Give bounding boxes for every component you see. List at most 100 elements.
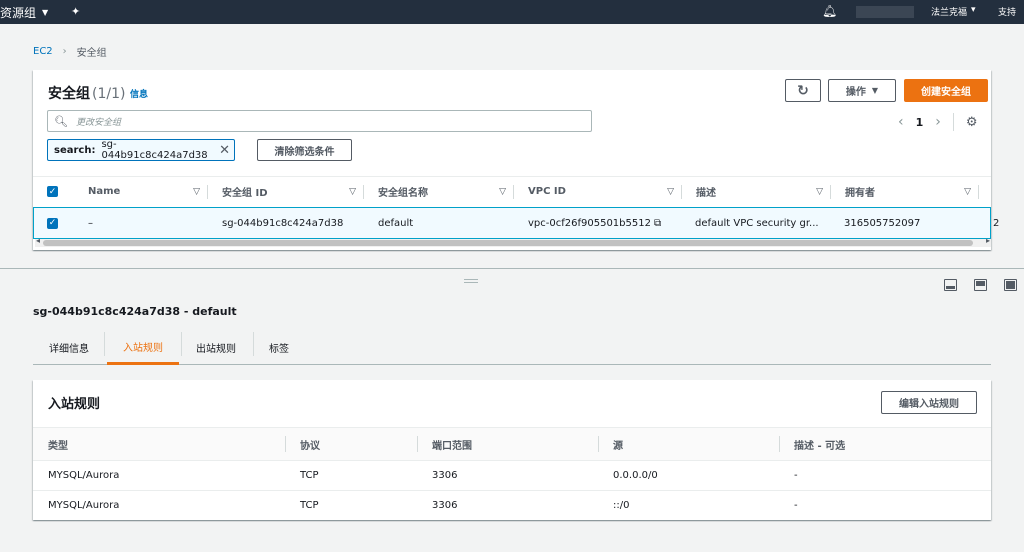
info-link[interactable]: 信息: [130, 87, 148, 100]
scrollbar-thumb[interactable]: [43, 240, 973, 246]
actions-button[interactable]: 操作 ▼: [828, 79, 896, 102]
refresh-button[interactable]: ↻: [785, 79, 821, 102]
sort-icon[interactable]: ▽: [499, 187, 506, 197]
column-label: 描述: [696, 188, 716, 199]
row-checkbox[interactable]: ✓: [47, 217, 58, 229]
column-header-name[interactable]: Name ▽: [74, 177, 208, 206]
tab-tags[interactable]: 标签: [269, 330, 289, 365]
search-icon: 🔍︎: [54, 114, 68, 128]
sort-icon[interactable]: ▽: [193, 187, 200, 197]
clear-filters-button[interactable]: 清除筛选条件: [257, 139, 352, 161]
cell-protocol: TCP: [300, 500, 319, 511]
vpc-link[interactable]: vpc-0cf26f905501b5512: [528, 218, 651, 229]
edit-inbound-rules-button[interactable]: 编辑入站规则: [881, 391, 977, 414]
column-header-sg-name[interactable]: 安全组名称 ▽: [364, 177, 514, 206]
sort-icon[interactable]: ▽: [667, 187, 674, 197]
column-divider: [598, 436, 599, 452]
horizontal-scrollbar[interactable]: ◂ ▸: [35, 236, 991, 247]
tab-inbound-rules[interactable]: 入站规则: [107, 330, 179, 365]
table-header: ✓ Name ▽ 安全组 ID ▽ 安全组名称 ▽ VPC ID ▽ 描述 ▽ …: [33, 176, 991, 206]
column-header-sg-id[interactable]: 安全组 ID ▽: [208, 177, 364, 206]
half-pane-icon[interactable]: [974, 279, 987, 291]
tab-divider: [104, 332, 105, 356]
search-placeholder: 更改安全组: [75, 117, 121, 128]
cell-protocol: TCP: [300, 470, 319, 481]
panel-title-text: 安全组: [48, 86, 90, 102]
column-header-owner[interactable]: 拥有者 ▽: [831, 177, 979, 206]
maximize-pane-icon[interactable]: [1004, 279, 1017, 291]
next-page-icon[interactable]: ›: [935, 114, 941, 130]
scroll-left-icon[interactable]: ◂: [36, 236, 40, 245]
sort-icon[interactable]: ▽: [964, 187, 971, 197]
resource-groups-menu[interactable]: 资源组 ▼: [0, 0, 48, 24]
row-checkbox-cell: ✓: [47, 208, 87, 238]
column-header-vpc-id[interactable]: VPC ID ▽: [514, 177, 682, 206]
tab-divider: [181, 332, 182, 356]
cell-description: -: [794, 500, 798, 511]
cell-vpc-id[interactable]: vpc-0cf26f905501b5512 ⧉: [528, 208, 661, 238]
column-header-protocol: 协议: [300, 440, 320, 452]
region-label: 法兰克福: [931, 8, 968, 18]
column-label: VPC ID: [528, 186, 566, 197]
close-icon[interactable]: ✕: [219, 143, 230, 158]
cell-sg-name: default: [378, 217, 414, 229]
column-divider: [285, 436, 286, 452]
column-header-description[interactable]: 描述 ▽: [682, 177, 831, 206]
filter-value: sg-044b91c8c424a7d38: [101, 139, 208, 161]
bell-icon[interactable]: 🔔︎: [822, 4, 837, 18]
select-all-checkbox[interactable]: ✓: [47, 186, 58, 197]
pane-layout-controls: [944, 279, 1017, 291]
create-security-group-button[interactable]: 创建安全组: [904, 79, 988, 102]
column-label: 安全组 ID: [222, 188, 268, 199]
inbound-rules-panel: 入站规则 编辑入站规则 类型 协议 端口范围 源 描述 - 可选 MYSQL/A…: [33, 380, 991, 520]
scroll-right-icon[interactable]: ▸: [986, 236, 990, 245]
panel-count: (1/1): [92, 86, 126, 102]
inbound-rules-table: 类型 协议 端口范围 源 描述 - 可选 MYSQL/Aurora TCP 33…: [33, 427, 991, 520]
gear-icon[interactable]: ⚙: [966, 115, 978, 130]
cell-sg-id[interactable]: sg-044b91c8c424a7d38: [222, 208, 343, 238]
search-input[interactable]: 🔍︎ 更改安全组: [47, 110, 592, 132]
inbound-rules-title: 入站规则: [48, 397, 101, 412]
tab-outbound-rules[interactable]: 出站规则: [196, 330, 236, 365]
breadcrumb-current: 安全组: [76, 48, 107, 59]
column-divider: [779, 436, 780, 452]
column-header-type: 类型: [48, 440, 68, 452]
minimize-pane-icon[interactable]: [944, 279, 957, 291]
top-nav: 资源组 ▼ ✦ 🔔︎ 法兰克福 ▾ 支持: [0, 0, 1024, 24]
chevron-down-icon: ▾: [971, 5, 976, 15]
resource-groups-label: 资源组: [0, 5, 37, 20]
tab-divider: [253, 332, 254, 356]
external-link-icon: ⧉: [653, 217, 662, 229]
column-header-source: 源: [613, 440, 623, 452]
tab-details[interactable]: 详细信息: [49, 330, 89, 365]
page-number[interactable]: 1: [916, 116, 924, 129]
prev-page-icon[interactable]: ‹: [898, 114, 904, 130]
cell-name: –: [88, 217, 93, 229]
panel-title: 安全组 (1/1): [48, 83, 125, 103]
breadcrumb-ec2[interactable]: EC2: [33, 46, 53, 57]
support-menu[interactable]: 支持: [998, 5, 1016, 18]
table-row: MYSQL/Aurora TCP 3306 ::/0 -: [33, 490, 991, 520]
column-divider: [417, 436, 418, 452]
table-row: MYSQL/Aurora TCP 3306 0.0.0.0/0 -: [33, 460, 991, 490]
cell-inbound: 2: [993, 217, 1000, 229]
column-header-inbound[interactable]: 入: [979, 177, 993, 206]
column-header-description: 描述 - 可选: [794, 440, 846, 452]
actions-label: 操作: [845, 87, 866, 98]
account-menu[interactable]: [856, 6, 914, 18]
filter-token: search: sg-044b91c8c424a7d38 ✕: [47, 139, 235, 161]
table-row[interactable]: ✓ – sg-044b91c8c424a7d38 default vpc-0cf…: [33, 207, 999, 239]
split-divider: [0, 268, 1024, 269]
refresh-icon: ↻: [797, 82, 809, 99]
divider: [952, 113, 954, 131]
region-menu[interactable]: 法兰克福 ▾: [931, 5, 976, 18]
drag-handle[interactable]: [464, 279, 478, 283]
cell-description: -: [794, 470, 798, 481]
cell-description: default VPC security gr...: [695, 217, 819, 229]
sort-icon[interactable]: ▽: [816, 187, 823, 197]
cell-port: 3306: [432, 470, 458, 481]
pin-icon[interactable]: ✦: [71, 5, 80, 18]
detail-tabs: 详细信息 入站规则 出站规则 标签: [33, 330, 991, 365]
sort-icon[interactable]: ▽: [349, 187, 356, 197]
cell-source: 0.0.0.0/0: [613, 470, 658, 481]
